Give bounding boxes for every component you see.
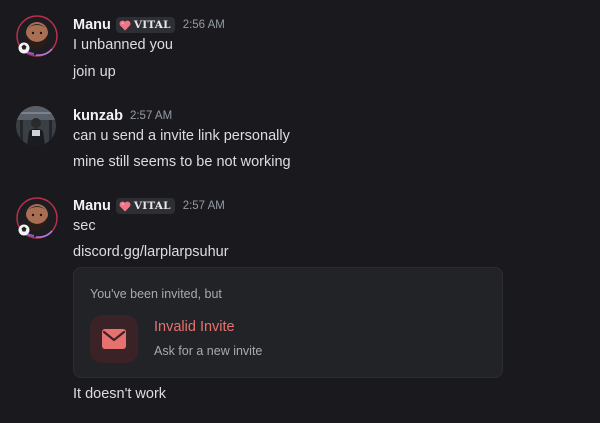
tag-label: VITAL xyxy=(133,19,171,31)
avatar[interactable] xyxy=(16,197,58,239)
invite-icon-box xyxy=(90,315,138,363)
invite-heading: You've been invited, but xyxy=(90,287,222,301)
vital-tag[interactable]: VITAL xyxy=(115,198,175,214)
heart-icon xyxy=(119,20,131,30)
username[interactable]: kunzab xyxy=(73,108,123,124)
username[interactable]: Manu xyxy=(73,198,111,214)
avatar[interactable] xyxy=(16,15,58,57)
tag-label: VITAL xyxy=(133,200,171,212)
vital-tag[interactable]: VITAL xyxy=(115,17,175,33)
message-header: kunzab 2:57 AM xyxy=(73,106,172,126)
message-group: Manu VITAL 2:56 AM I unbanned you join u… xyxy=(0,15,600,85)
envelope-icon xyxy=(102,329,126,349)
heart-icon xyxy=(119,201,131,211)
message-text: mine still seems to be not working xyxy=(73,154,291,170)
timestamp: 2:57 AM xyxy=(129,110,173,122)
avatar[interactable] xyxy=(16,106,56,146)
bearded-man-avatar-icon xyxy=(16,197,58,239)
message-text: It doesn't work xyxy=(73,386,167,402)
chat-log: Manu VITAL 2:56 AM I unbanned you join u… xyxy=(0,0,600,423)
message-text: sec xyxy=(73,218,96,234)
timestamp: 2:57 AM xyxy=(182,200,225,212)
invite-embed: You've been invited, but Invalid Invite … xyxy=(73,267,503,378)
message-text: can u send a invite link personally xyxy=(73,128,290,144)
photo-avatar-icon xyxy=(16,106,56,146)
timestamp: 2:56 AM xyxy=(182,19,225,31)
message-text: join up xyxy=(73,64,116,80)
message-header: Manu VITAL 2:56 AM xyxy=(73,15,225,35)
message-group: kunzab 2:57 AM can u send a invite link … xyxy=(0,106,600,176)
message-text: I unbanned you xyxy=(73,37,173,53)
username[interactable]: Manu xyxy=(73,17,111,33)
invite-link[interactable]: discord.gg/larplarpsuhur xyxy=(73,244,229,260)
invite-subtitle: Ask for a new invite xyxy=(154,344,263,358)
message-header: Manu VITAL 2:57 AM xyxy=(73,196,225,216)
bearded-man-avatar-icon xyxy=(16,15,58,57)
invite-title: Invalid Invite xyxy=(154,319,235,335)
